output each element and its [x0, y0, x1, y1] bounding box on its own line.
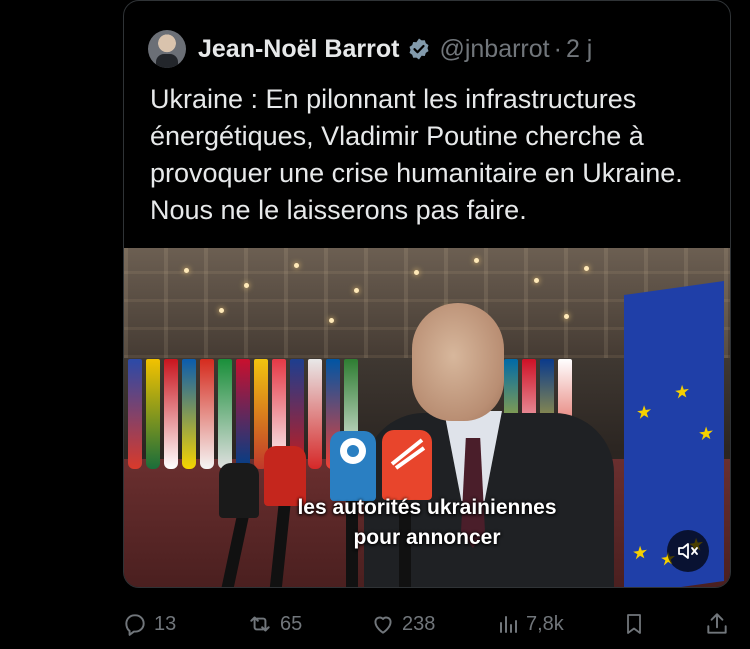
author-handle[interactable]: @jnbarrot: [439, 35, 549, 64]
repost-button[interactable]: 65: [246, 608, 302, 640]
speaker-head: [412, 303, 504, 421]
channel-logo-icon: [390, 438, 426, 470]
video-subtitle-line-2: pour annoncer: [353, 526, 501, 549]
bookmark-icon: [627, 614, 641, 634]
views-count: 7,8k: [526, 612, 564, 635]
separator-dot: ·: [553, 34, 562, 63]
quoted-post[interactable]: Jean-Noël Barrot @jnbarrot · 2 j Ukraine…: [123, 0, 731, 588]
author-avatar[interactable]: [148, 30, 186, 68]
reply-icon: [125, 614, 145, 636]
repost-count: 65: [280, 612, 303, 635]
video-player[interactable]: ★ ★ ★ ★ ★ ★: [124, 248, 730, 587]
reply-button[interactable]: 13: [122, 608, 176, 640]
author-name[interactable]: Jean-Noël Barrot: [198, 35, 399, 64]
share-button[interactable]: [704, 608, 736, 640]
reply-count: 13: [154, 612, 177, 635]
post-actions-bar: 13 65 238 7,8k: [122, 608, 732, 640]
video-subtitle-line-1: les autorités ukrainiennes: [297, 496, 557, 519]
views-icon: [500, 616, 517, 633]
mute-button[interactable]: [667, 530, 709, 572]
like-count: 238: [402, 612, 436, 635]
heart-icon: [374, 616, 392, 634]
post-text: Ukraine : En pilonnant les infrastructur…: [150, 84, 683, 225]
views-button[interactable]: 7,8k: [496, 608, 564, 640]
verified-badge-icon: [407, 37, 431, 61]
bookmark-button[interactable]: [622, 608, 652, 640]
like-button[interactable]: 238: [370, 608, 435, 640]
post-timestamp[interactable]: 2 j: [566, 35, 592, 64]
volume-muted-icon: [678, 543, 698, 559]
share-icon: [707, 613, 727, 634]
repost-icon: [250, 616, 270, 632]
channel-logo-icon: [340, 438, 366, 464]
post-header: Jean-Noël Barrot @jnbarrot · 2 j: [148, 29, 592, 69]
